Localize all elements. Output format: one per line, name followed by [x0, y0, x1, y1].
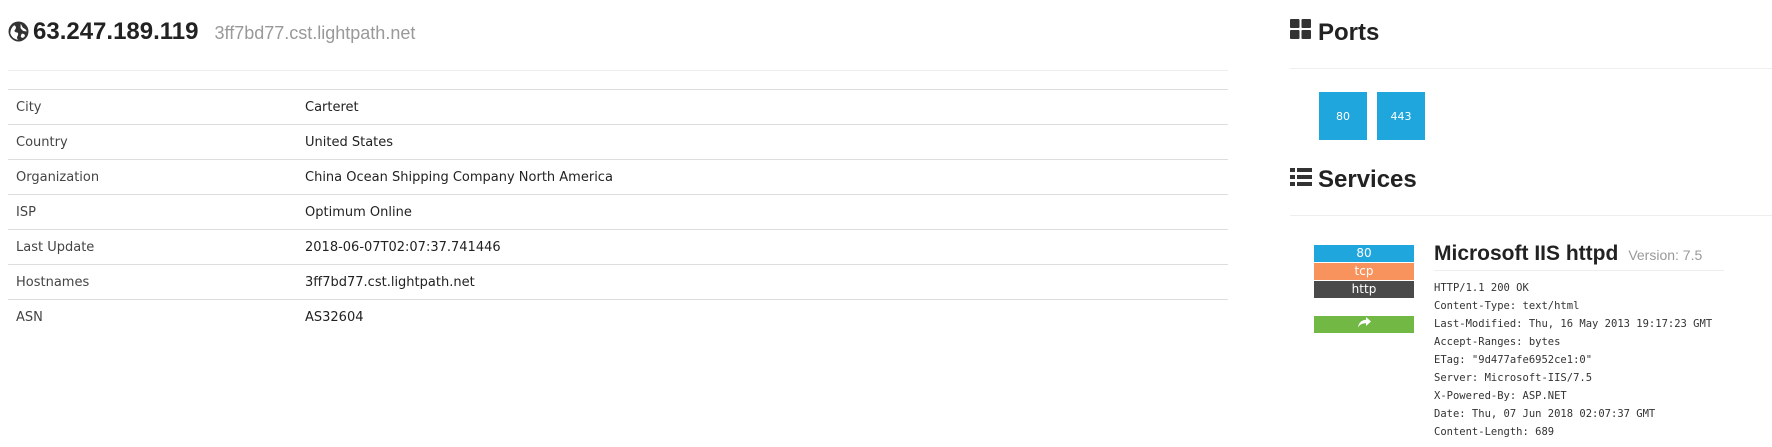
- detail-key: Organization: [16, 169, 100, 185]
- detail-value: China Ocean Shipping Company North Ameri…: [305, 169, 613, 185]
- banner-line: Date: Thu, 07 Jun 2018 02:07:37 GMT: [1434, 408, 1656, 420]
- detail-key: Country: [16, 134, 68, 150]
- ip-address-title: 63.247.189.119: [33, 18, 199, 45]
- services-heading-label: Services: [1318, 166, 1417, 193]
- banner-line: HTTP/1.1 200 OK: [1434, 282, 1529, 294]
- th-large-icon: [1290, 18, 1312, 47]
- hostname-subtitle: 3ff7bd77.cst.lightpath.net: [214, 23, 416, 43]
- globe-icon: [8, 21, 29, 42]
- detail-value: Carteret: [305, 99, 359, 115]
- detail-key: ASN: [16, 309, 43, 325]
- share-arrow-icon: [1357, 316, 1371, 333]
- service-details-button[interactable]: [1314, 316, 1414, 333]
- detail-key: City: [16, 99, 42, 115]
- banner-line: X-Powered-By: ASP.NET: [1434, 390, 1567, 402]
- banner-line: ETag: "9d477afe6952ce1:0": [1434, 354, 1593, 366]
- banner-line: Last-Modified: Thu, 16 May 2013 19:17:23…: [1434, 318, 1713, 330]
- detail-value: AS32604: [305, 309, 364, 325]
- table-row: Country United States: [8, 124, 1228, 160]
- service-version: Version: 7.5: [1628, 247, 1703, 263]
- service-banner: HTTP/1.1 200 OK Content-Type: text/html La…: [1434, 279, 1764, 441]
- ports-list: 80 443: [1319, 92, 1435, 140]
- banner-line: Server: Microsoft-IIS/7.5: [1434, 372, 1593, 384]
- host-details-table: City Carteret Country United States Orga…: [8, 89, 1228, 335]
- table-row: Last Update 2018-06-07T02:07:37.741446: [8, 229, 1228, 265]
- list-icon: [1290, 166, 1312, 194]
- detail-value: Optimum Online: [305, 204, 412, 220]
- header-divider: [8, 70, 1228, 71]
- ports-divider: [1290, 68, 1772, 69]
- service-port-badge: 80: [1314, 245, 1414, 262]
- banner-line: Content-Type: text/html: [1434, 300, 1580, 312]
- table-row: Organization China Ocean Shipping Compan…: [8, 159, 1228, 195]
- service-module-badge: http: [1314, 281, 1414, 298]
- detail-key: ISP: [16, 204, 36, 220]
- service-details: Microsoft IIS httpd Version: 7.5 HTTP/1.…: [1434, 242, 1764, 441]
- detail-value: 3ff7bd77.cst.lightpath.net: [305, 274, 475, 290]
- table-row: Hostnames 3ff7bd77.cst.lightpath.net: [8, 264, 1228, 300]
- host-page: 63.247.189.119 3ff7bd77.cst.lightpath.ne…: [0, 0, 1772, 447]
- detail-key: Hostnames: [16, 274, 90, 290]
- detail-value: 2018-06-07T02:07:37.741446: [305, 239, 501, 255]
- table-row: ASN AS32604: [8, 299, 1228, 335]
- port-link-80[interactable]: 80: [1319, 92, 1367, 140]
- banner-line: Accept-Ranges: bytes: [1434, 336, 1561, 348]
- table-row: City Carteret: [8, 89, 1228, 125]
- table-row: ISP Optimum Online: [8, 194, 1228, 230]
- ports-heading-label: Ports: [1318, 18, 1380, 46]
- services-heading: Services: [1290, 166, 1417, 194]
- service-transport-badge: tcp: [1314, 263, 1414, 280]
- ports-heading: Ports: [1290, 18, 1379, 47]
- service-badges: 80 tcp http: [1314, 245, 1414, 334]
- banner-line: Content-Length: 689: [1434, 426, 1555, 438]
- service-title-line: Microsoft IIS httpd Version: 7.5: [1434, 242, 1724, 271]
- services-divider: [1290, 215, 1772, 216]
- host-header: 63.247.189.119 3ff7bd77.cst.lightpath.ne…: [8, 18, 415, 48]
- detail-key: Last Update: [16, 239, 95, 255]
- service-product-name: Microsoft IIS httpd: [1434, 242, 1619, 265]
- detail-value: United States: [305, 134, 394, 150]
- port-link-443[interactable]: 443: [1377, 92, 1425, 140]
